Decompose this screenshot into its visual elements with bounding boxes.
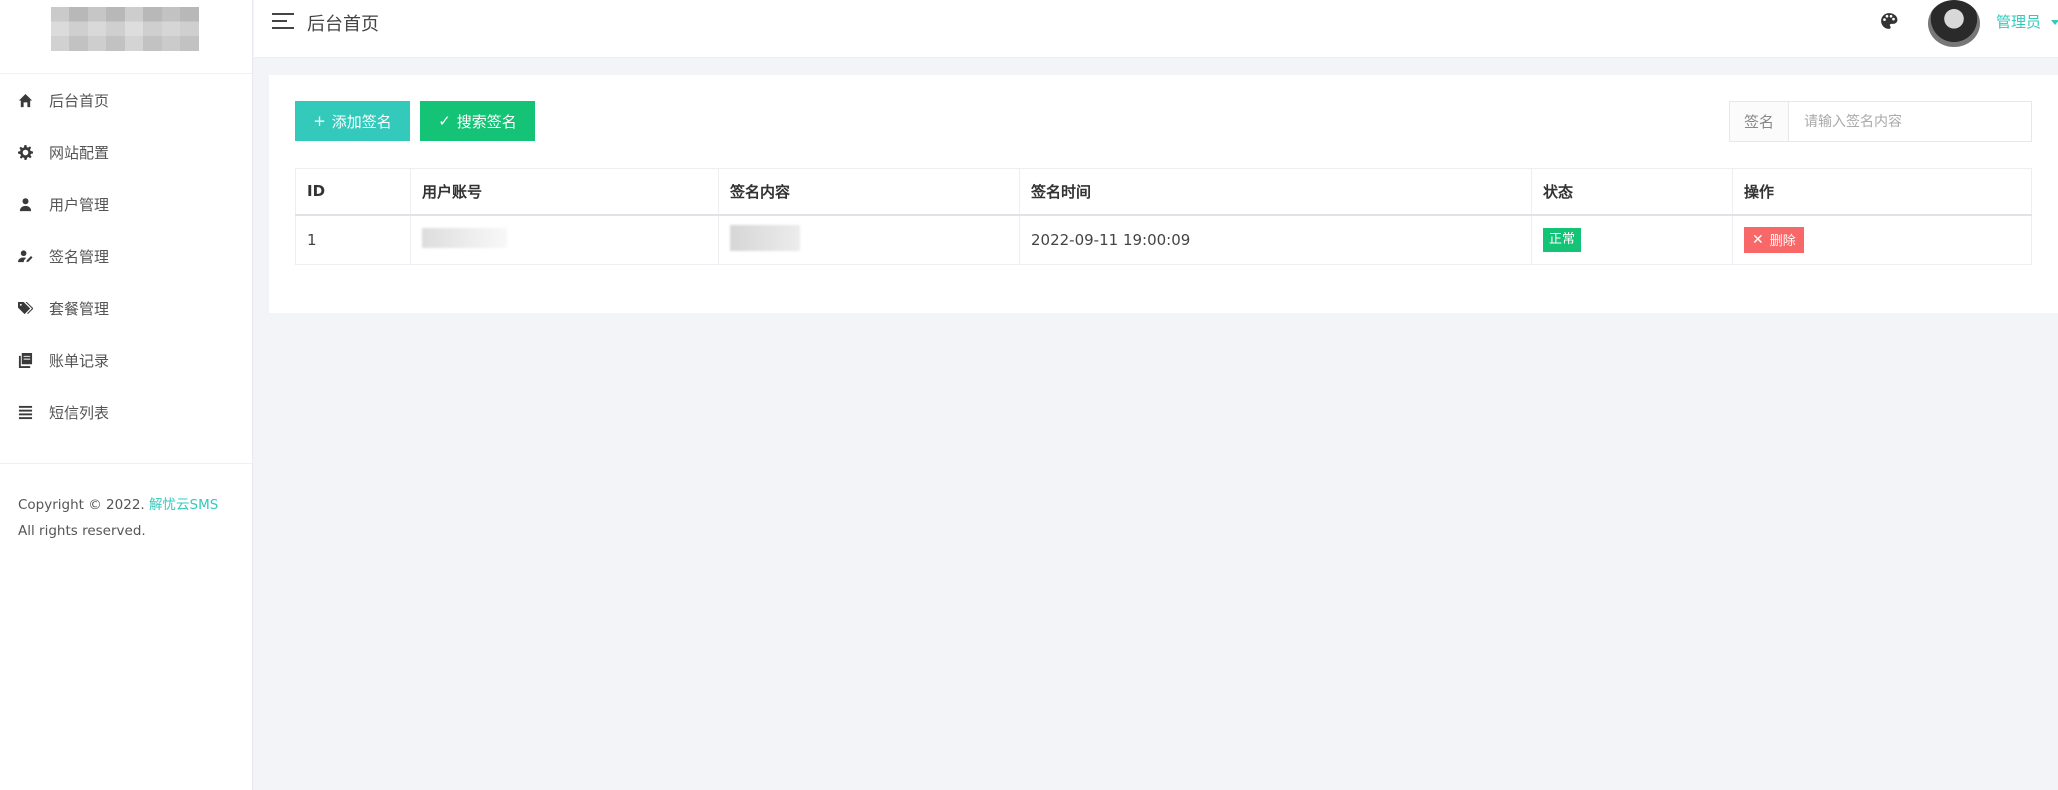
status-badge: 正常 bbox=[1543, 227, 1582, 252]
sidebar-item-label: 用户管理 bbox=[49, 195, 110, 214]
search-group: 签名 bbox=[1729, 101, 2032, 142]
copyright-brand-link[interactable]: 解忧云SMS bbox=[149, 497, 218, 513]
col-actions: 操作 bbox=[1732, 168, 2032, 215]
search-label: 签名 bbox=[1730, 102, 1789, 141]
cell-content bbox=[718, 214, 1020, 265]
page-title: 后台首页 bbox=[307, 14, 379, 35]
table-header-row: ID 用户账号 签名内容 签名时间 状态 操作 bbox=[295, 168, 2032, 215]
redacted-account bbox=[422, 227, 507, 248]
sidebar-item-label: 账单记录 bbox=[49, 351, 110, 370]
close-icon: ✕ bbox=[1752, 231, 1764, 248]
sidebar-item-label: 后台首页 bbox=[49, 91, 110, 110]
copyright: Copyright © 2022. 解忧云SMS All rights rese… bbox=[18, 492, 218, 544]
search-signature-label: 搜索签名 bbox=[456, 112, 517, 131]
sidebar-item-sms-list[interactable]: 短信列表 bbox=[0, 386, 253, 438]
user-icon bbox=[17, 196, 33, 212]
sidebar-item-label: 签名管理 bbox=[49, 247, 110, 266]
search-signature-button[interactable]: ✓ 搜索签名 bbox=[420, 101, 535, 141]
cell-actions: ✕ 删除 bbox=[1732, 214, 2032, 265]
user-menu-name[interactable]: 管理员 bbox=[1996, 11, 2041, 32]
book-icon bbox=[17, 352, 33, 368]
cell-account bbox=[410, 214, 719, 265]
delete-button[interactable]: ✕ 删除 bbox=[1744, 226, 1804, 253]
sidebar: 后台首页 网站配置 用户管理 签名管理 套餐管理 账单记录 短信列表 Copyr… bbox=[0, 0, 253, 790]
caret-down-icon[interactable] bbox=[2051, 20, 2058, 25]
sidebar-item-bills[interactable]: 账单记录 bbox=[0, 334, 253, 386]
plus-icon: + bbox=[313, 112, 326, 130]
sidebar-divider bbox=[0, 463, 253, 464]
col-content: 签名内容 bbox=[718, 168, 1020, 215]
list-icon bbox=[17, 404, 33, 420]
col-id: ID bbox=[295, 168, 411, 215]
home-icon bbox=[17, 92, 33, 108]
cell-status: 正常 bbox=[1531, 214, 1733, 265]
sidebar-item-label: 短信列表 bbox=[49, 403, 110, 422]
tags-icon bbox=[17, 300, 33, 316]
add-signature-label: 添加签名 bbox=[331, 112, 392, 131]
add-signature-button[interactable]: + 添加签名 bbox=[295, 101, 410, 141]
cell-id: 1 bbox=[295, 214, 411, 265]
copyright-suffix: All rights reserved. bbox=[18, 523, 146, 539]
palette-icon[interactable] bbox=[1880, 12, 1898, 30]
top-header: 后台首页 管理员 bbox=[254, 0, 2058, 58]
sidebar-item-site-config[interactable]: 网站配置 bbox=[0, 126, 253, 178]
col-status: 状态 bbox=[1531, 168, 1733, 215]
search-input[interactable] bbox=[1789, 102, 2031, 141]
logo-area bbox=[0, 0, 252, 74]
menu-toggle-icon[interactable] bbox=[272, 13, 294, 31]
signature-table: ID 用户账号 签名内容 签名时间 状态 操作 1 2022-09-11 19:… bbox=[295, 168, 2032, 265]
sidebar-item-packages[interactable]: 套餐管理 bbox=[0, 282, 253, 334]
gear-icon bbox=[17, 144, 33, 160]
table-row: 1 2022-09-11 19:00:09 正常 ✕ 删除 bbox=[295, 214, 2032, 265]
sidebar-item-home[interactable]: 后台首页 bbox=[0, 74, 253, 126]
site-logo[interactable] bbox=[51, 7, 199, 51]
sidebar-menu: 后台首页 网站配置 用户管理 签名管理 套餐管理 账单记录 短信列表 bbox=[0, 74, 253, 438]
col-time: 签名时间 bbox=[1019, 168, 1532, 215]
sidebar-item-signatures[interactable]: 签名管理 bbox=[0, 230, 253, 282]
signature-card: + 添加签名 ✓ 搜索签名 签名 ID 用户账号 签名内容 签名时间 状态 操作… bbox=[269, 75, 2058, 313]
sidebar-item-label: 套餐管理 bbox=[49, 299, 110, 318]
sidebar-item-users[interactable]: 用户管理 bbox=[0, 178, 253, 230]
cell-time: 2022-09-11 19:00:09 bbox=[1019, 214, 1532, 265]
sidebar-item-label: 网站配置 bbox=[49, 143, 110, 162]
check-icon: ✓ bbox=[438, 112, 451, 130]
user-edit-icon bbox=[17, 248, 33, 264]
copyright-prefix: Copyright © 2022. bbox=[18, 497, 145, 513]
avatar[interactable] bbox=[1928, 0, 1980, 47]
redacted-content bbox=[730, 224, 800, 251]
col-account: 用户账号 bbox=[410, 168, 719, 215]
delete-label: 删除 bbox=[1769, 234, 1796, 250]
